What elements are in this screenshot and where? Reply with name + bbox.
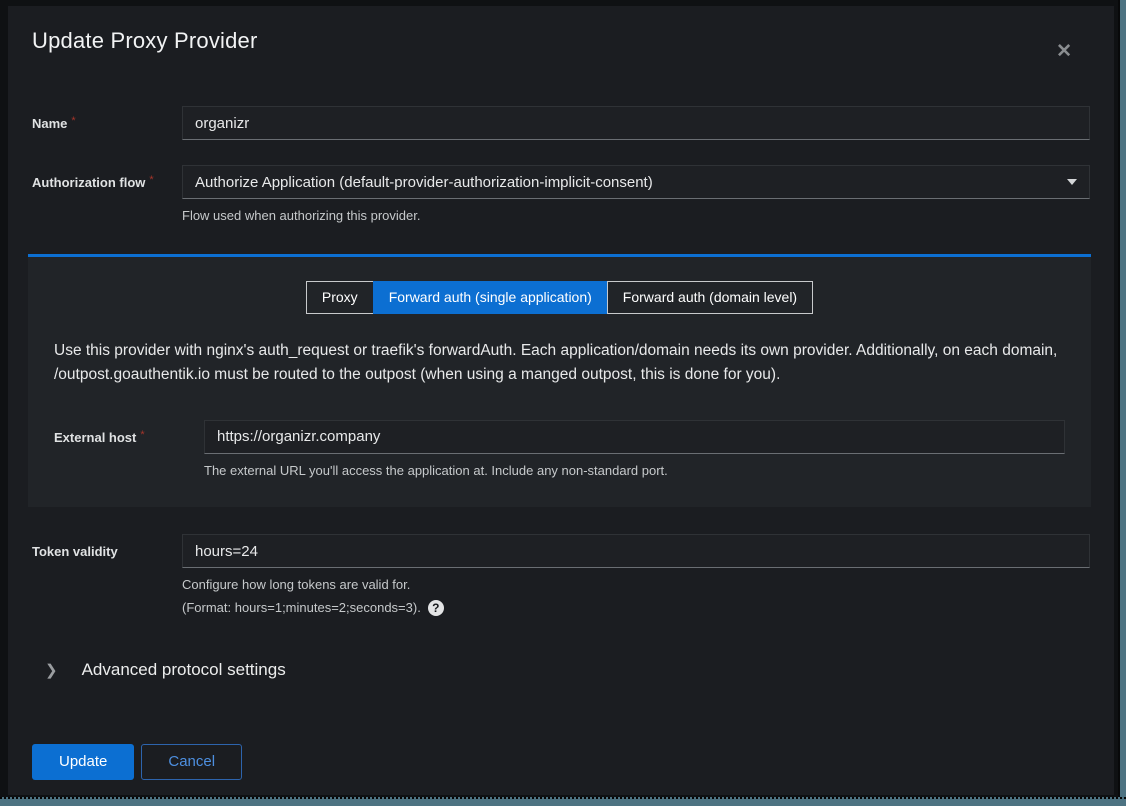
authorization-flow-row: Authorization flow * Authorize Applicatio… [32,165,1090,225]
modal-footer: Update Cancel [32,744,1090,780]
proxy-mode-card: Proxy Forward auth (single application) … [28,254,1091,508]
token-validity-label: Token validity [32,544,118,559]
authorization-flow-value: Authorize Application (default-provider-… [195,174,1057,191]
external-host-help: The external URL you'll access the appli… [204,462,1065,480]
page-title: Update Proxy Provider [32,28,1090,54]
advanced-protocol-settings-expander[interactable]: ❯ Advanced protocol settings [32,660,1090,680]
window-edge-right [1118,0,1126,806]
authorization-flow-label: Authorization flow [32,175,145,190]
required-asterisk: * [140,429,144,441]
authorization-flow-help: Flow used when authorizing this provider… [182,207,1090,225]
authorization-flow-select[interactable]: Authorize Application (default-provider-… [182,165,1090,199]
window-edge-bottom [0,797,1126,806]
token-validity-format-text: (Format: hours=1;minutes=2;seconds=3). [182,600,421,615]
update-proxy-provider-modal: Update Proxy Provider ✕ Name * Authorizat… [8,6,1114,795]
external-host-row: External host * The external URL you'll a… [54,420,1065,480]
token-validity-help-2: (Format: hours=1;minutes=2;seconds=3). ? [182,600,1090,616]
cancel-button[interactable]: Cancel [141,744,242,780]
required-asterisk: * [149,174,153,186]
name-label: Name [32,116,67,131]
name-field-row: Name * [32,106,1090,140]
external-host-label: External host [54,430,136,445]
name-input[interactable] [182,106,1090,140]
required-asterisk: * [71,115,75,127]
chevron-right-icon: ❯ [45,661,58,679]
question-circle-icon[interactable]: ? [428,600,444,616]
external-host-input[interactable] [204,420,1065,454]
advanced-protocol-settings-label: Advanced protocol settings [82,660,286,680]
proxy-mode-toggle-group: Proxy Forward auth (single application) … [54,281,1065,314]
tab-forward-auth-domain-level[interactable]: Forward auth (domain level) [607,281,813,314]
token-validity-input[interactable] [182,534,1090,568]
update-button[interactable]: Update [32,744,134,780]
tab-forward-auth-single-application[interactable]: Forward auth (single application) [373,281,608,314]
close-icon[interactable]: ✕ [1052,38,1076,65]
forward-auth-description: Use this provider with nginx's auth_requ… [54,339,1065,387]
chevron-down-icon [1067,179,1077,185]
token-validity-help-1: Configure how long tokens are valid for. [182,576,1090,594]
token-validity-row: Token validity Configure how long tokens… [32,534,1090,616]
tab-proxy[interactable]: Proxy [306,281,374,314]
